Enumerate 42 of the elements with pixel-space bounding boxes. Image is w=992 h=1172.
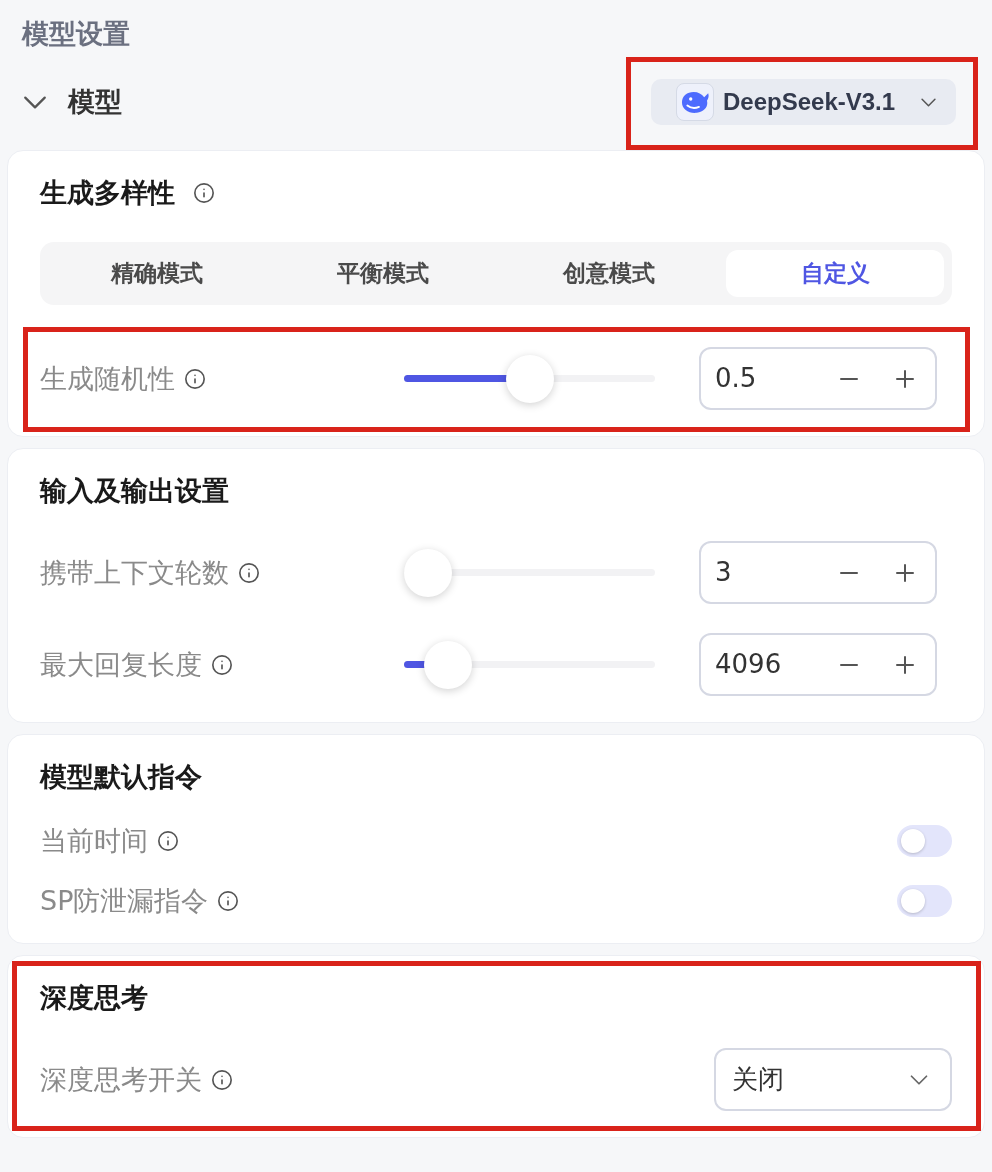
minus-icon: [840, 377, 858, 380]
chevron-down-icon: [910, 1074, 928, 1085]
setting-label: 当前时间: [40, 824, 148, 858]
mode-tab[interactable]: 自定义: [726, 250, 944, 297]
setting-label: SP防泄漏指令: [40, 884, 209, 918]
mode-tab[interactable]: 创意模式: [500, 250, 718, 297]
section-title: 深度思考: [40, 981, 148, 1015]
model-select[interactable]: DeepSeek-V3.1: [651, 79, 956, 125]
mode-tab[interactable]: 平衡模式: [274, 250, 492, 297]
plus-icon: [896, 655, 914, 674]
slider-thumb[interactable]: [505, 354, 554, 403]
slider-thumb[interactable]: [404, 548, 452, 597]
setting-label: 携带上下文轮数: [40, 555, 229, 590]
chevron-down-icon[interactable]: [23, 95, 47, 109]
plus-icon: [896, 563, 914, 582]
section-title: 模型默认指令: [40, 760, 202, 794]
model-label: 模型: [68, 84, 122, 119]
section-title: 生成多样性: [40, 176, 175, 210]
number-value[interactable]: 0.5: [715, 359, 833, 398]
minus-icon: [840, 571, 858, 574]
chevron-down-icon: [921, 97, 936, 107]
number-value[interactable]: 3: [715, 553, 833, 592]
section-title: 输入及输出设置: [40, 474, 229, 508]
mode-tab[interactable]: 精确模式: [48, 250, 266, 297]
slider-track[interactable]: [404, 640, 655, 689]
toggle-switch[interactable]: [897, 885, 952, 917]
number-stepper[interactable]: 0.5: [699, 347, 937, 410]
panel-title: 模型设置: [22, 18, 130, 49]
slider-track[interactable]: [404, 548, 655, 597]
setting-label: 最大回复长度: [40, 647, 202, 682]
number-value[interactable]: 4096: [715, 645, 833, 684]
setting-label: 深度思考开关: [40, 1062, 202, 1097]
plus-icon: [896, 369, 914, 388]
whale-icon: [676, 83, 714, 121]
toggle-switch[interactable]: [897, 825, 952, 857]
setting-label: 生成随机性: [40, 361, 175, 396]
slider-track[interactable]: [404, 354, 655, 403]
minus-icon: [840, 663, 858, 666]
number-stepper[interactable]: 4096: [699, 633, 937, 696]
slider-thumb[interactable]: [424, 640, 473, 689]
dropdown-select[interactable]: 关闭: [714, 1048, 952, 1111]
number-stepper[interactable]: 3: [699, 541, 937, 604]
